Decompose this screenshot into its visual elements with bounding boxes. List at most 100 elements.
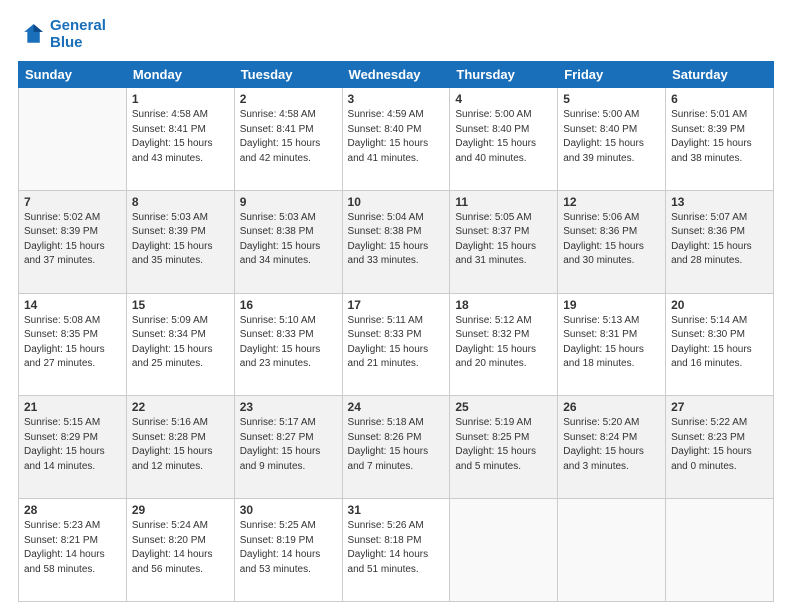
day-detail: Sunrise: 4:58 AM Sunset: 8:41 PM Dayligh… [132,108,229,166]
day-detail: Sunrise: 5:00 AM Sunset: 8:40 PM Dayligh… [563,108,660,166]
weekday-header-monday: Monday [126,62,234,88]
day-detail: Sunrise: 5:25 AM Sunset: 8:19 PM Dayligh… [240,519,337,577]
calendar-cell: 14 Sunrise: 5:08 AM Sunset: 8:35 PM Dayli… [19,293,127,396]
day-detail: Sunrise: 4:59 AM Sunset: 8:40 PM Dayligh… [348,108,445,166]
day-number: 14 [24,298,121,312]
calendar-cell: 13 Sunrise: 5:07 AM Sunset: 8:36 PM Dayli… [666,190,774,293]
calendar-cell: 19Sunrise: 5:13 AM Sunset: 8:31 PM Dayli… [558,293,666,396]
weekday-header-tuesday: Tuesday [234,62,342,88]
day-number: 2 [240,92,337,106]
day-number: 3 [348,92,445,106]
calendar-cell: 30Sunrise: 5:25 AM Sunset: 8:19 PM Dayli… [234,499,342,602]
calendar-cell: 6 Sunrise: 5:01 AM Sunset: 8:39 PM Daylig… [666,88,774,191]
day-detail: Sunrise: 5:22 AM Sunset: 8:23 PM Dayligh… [671,416,768,474]
calendar-cell: 23Sunrise: 5:17 AM Sunset: 8:27 PM Dayli… [234,396,342,499]
day-number: 19 [563,298,660,312]
day-number: 17 [348,298,445,312]
logo-icon [18,21,46,49]
day-detail: Sunrise: 5:03 AM Sunset: 8:39 PM Dayligh… [132,211,229,269]
calendar-cell: 4 Sunrise: 5:00 AM Sunset: 8:40 PM Daylig… [450,88,558,191]
calendar-week-row: 28 Sunrise: 5:23 AM Sunset: 8:21 PM Dayli… [19,499,774,602]
calendar-cell: 1 Sunrise: 4:58 AM Sunset: 8:41 PM Daylig… [126,88,234,191]
day-number: 4 [455,92,552,106]
day-detail: Sunrise: 5:12 AM Sunset: 8:32 PM Dayligh… [455,314,552,372]
calendar-cell: 11Sunrise: 5:05 AM Sunset: 8:37 PM Dayli… [450,190,558,293]
calendar-cell: 2 Sunrise: 4:58 AM Sunset: 8:41 PM Daylig… [234,88,342,191]
day-detail: Sunrise: 5:23 AM Sunset: 8:21 PM Dayligh… [24,519,121,577]
calendar-cell: 10Sunrise: 5:04 AM Sunset: 8:38 PM Dayli… [342,190,450,293]
calendar-cell: 27 Sunrise: 5:22 AM Sunset: 8:23 PM Dayli… [666,396,774,499]
calendar-week-row: 14 Sunrise: 5:08 AM Sunset: 8:35 PM Dayli… [19,293,774,396]
day-number: 22 [132,400,229,414]
calendar-cell: 16 Sunrise: 5:10 AM Sunset: 8:33 PM Dayli… [234,293,342,396]
day-detail: Sunrise: 5:08 AM Sunset: 8:35 PM Dayligh… [24,314,121,372]
calendar-cell: 28 Sunrise: 5:23 AM Sunset: 8:21 PM Dayli… [19,499,127,602]
day-number: 12 [563,195,660,209]
weekday-header-wednesday: Wednesday [342,62,450,88]
day-number: 26 [563,400,660,414]
weekday-header-thursday: Thursday [450,62,558,88]
day-detail: Sunrise: 5:06 AM Sunset: 8:36 PM Dayligh… [563,211,660,269]
calendar-cell: 3 Sunrise: 4:59 AM Sunset: 8:40 PM Daylig… [342,88,450,191]
day-number: 1 [132,92,229,106]
calendar-cell: 5 Sunrise: 5:00 AM Sunset: 8:40 PM Daylig… [558,88,666,191]
day-detail: Sunrise: 5:26 AM Sunset: 8:18 PM Dayligh… [348,519,445,577]
day-detail: Sunrise: 5:15 AM Sunset: 8:29 PM Dayligh… [24,416,121,474]
calendar-cell: 12 Sunrise: 5:06 AM Sunset: 8:36 PM Dayli… [558,190,666,293]
day-number: 29 [132,503,229,517]
calendar-cell: 21 Sunrise: 5:15 AM Sunset: 8:29 PM Dayli… [19,396,127,499]
day-detail: Sunrise: 5:09 AM Sunset: 8:34 PM Dayligh… [132,314,229,372]
calendar-cell: 8 Sunrise: 5:03 AM Sunset: 8:39 PM Daylig… [126,190,234,293]
day-number: 28 [24,503,121,517]
calendar-cell: 20 Sunrise: 5:14 AM Sunset: 8:30 PM Dayli… [666,293,774,396]
day-number: 13 [671,195,768,209]
day-number: 5 [563,92,660,106]
calendar-cell: 18 Sunrise: 5:12 AM Sunset: 8:32 PM Dayli… [450,293,558,396]
calendar-cell: 22 Sunrise: 5:16 AM Sunset: 8:28 PM Dayli… [126,396,234,499]
day-detail: Sunrise: 5:03 AM Sunset: 8:38 PM Dayligh… [240,211,337,269]
day-number: 20 [671,298,768,312]
day-number: 24 [348,400,445,414]
day-number: 21 [24,400,121,414]
day-number: 6 [671,92,768,106]
calendar-cell: 31Sunrise: 5:26 AM Sunset: 8:18 PM Dayli… [342,499,450,602]
day-detail: Sunrise: 5:07 AM Sunset: 8:36 PM Dayligh… [671,211,768,269]
day-detail: Sunrise: 4:58 AM Sunset: 8:41 PM Dayligh… [240,108,337,166]
weekday-header-saturday: Saturday [666,62,774,88]
calendar-cell [558,499,666,602]
calendar-cell: 7 Sunrise: 5:02 AM Sunset: 8:39 PM Daylig… [19,190,127,293]
day-number: 7 [24,195,121,209]
day-detail: Sunrise: 5:00 AM Sunset: 8:40 PM Dayligh… [455,108,552,166]
calendar-cell: 25Sunrise: 5:19 AM Sunset: 8:25 PM Dayli… [450,396,558,499]
day-number: 18 [455,298,552,312]
day-detail: Sunrise: 5:20 AM Sunset: 8:24 PM Dayligh… [563,416,660,474]
weekday-header-sunday: Sunday [19,62,127,88]
calendar-week-row: 7 Sunrise: 5:02 AM Sunset: 8:39 PM Daylig… [19,190,774,293]
calendar-cell [666,499,774,602]
weekday-header-row: SundayMondayTuesdayWednesdayThursdayFrid… [19,62,774,88]
day-number: 10 [348,195,445,209]
day-detail: Sunrise: 5:11 AM Sunset: 8:33 PM Dayligh… [348,314,445,372]
header: General Blue [18,18,774,51]
day-detail: Sunrise: 5:01 AM Sunset: 8:39 PM Dayligh… [671,108,768,166]
calendar-cell [19,88,127,191]
day-number: 9 [240,195,337,209]
calendar-week-row: 1 Sunrise: 4:58 AM Sunset: 8:41 PM Daylig… [19,88,774,191]
page: General Blue SundayMondayTuesdayWednesda… [0,0,792,612]
calendar-cell: 9 Sunrise: 5:03 AM Sunset: 8:38 PM Daylig… [234,190,342,293]
day-detail: Sunrise: 5:14 AM Sunset: 8:30 PM Dayligh… [671,314,768,372]
day-detail: Sunrise: 5:24 AM Sunset: 8:20 PM Dayligh… [132,519,229,577]
calendar-cell: 15Sunrise: 5:09 AM Sunset: 8:34 PM Dayli… [126,293,234,396]
weekday-header-friday: Friday [558,62,666,88]
day-number: 16 [240,298,337,312]
day-detail: Sunrise: 5:16 AM Sunset: 8:28 PM Dayligh… [132,416,229,474]
day-detail: Sunrise: 5:02 AM Sunset: 8:39 PM Dayligh… [24,211,121,269]
day-number: 25 [455,400,552,414]
calendar-week-row: 21 Sunrise: 5:15 AM Sunset: 8:29 PM Dayli… [19,396,774,499]
day-number: 8 [132,195,229,209]
day-number: 23 [240,400,337,414]
day-detail: Sunrise: 5:18 AM Sunset: 8:26 PM Dayligh… [348,416,445,474]
day-detail: Sunrise: 5:10 AM Sunset: 8:33 PM Dayligh… [240,314,337,372]
calendar-cell [450,499,558,602]
day-number: 27 [671,400,768,414]
